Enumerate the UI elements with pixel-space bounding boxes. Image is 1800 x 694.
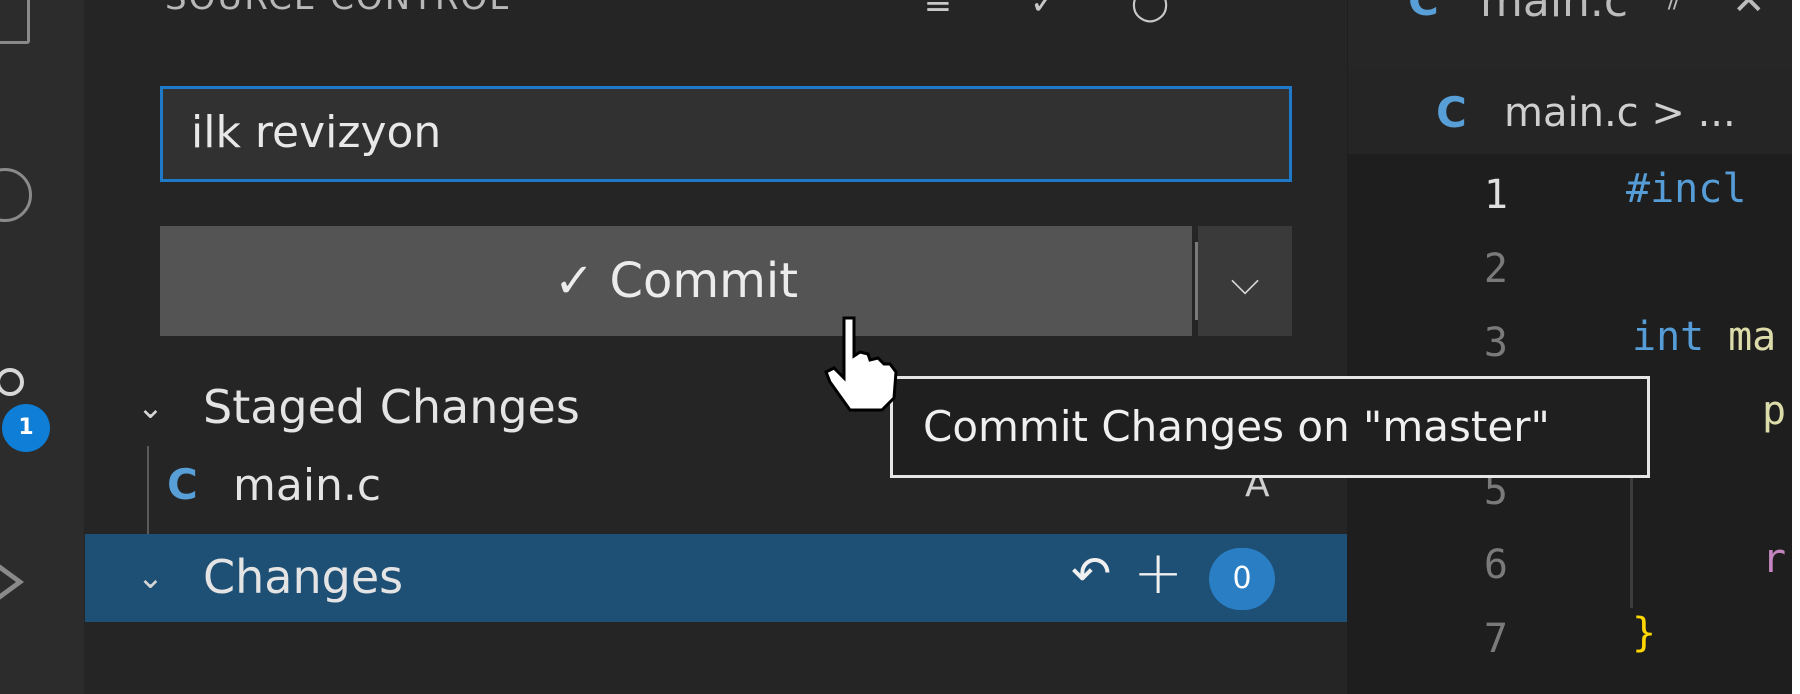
c-file-icon: C xyxy=(167,460,198,509)
hand-cursor-icon xyxy=(824,316,898,412)
editor-area: C main.c ⫽ ✕ C main.c > ... 1 2 3 4 5 6 … xyxy=(1348,0,1792,694)
stage-all-icon[interactable]: + xyxy=(1133,538,1183,608)
explorer-icon[interactable] xyxy=(0,0,30,44)
discard-changes-icon[interactable]: ↶ xyxy=(1071,546,1111,602)
commit-button[interactable]: ✓ Commit xyxy=(160,226,1192,336)
changes-count-badge: 0 xyxy=(1209,548,1275,610)
commit-message-input[interactable]: ilk revizyon xyxy=(160,86,1292,182)
changes-label: Changes xyxy=(203,550,404,604)
close-icon[interactable]: ✕ xyxy=(1732,0,1766,24)
line-number: 1 xyxy=(1483,172,1508,218)
panel-actions: ≡ ✓ ◯ xyxy=(915,0,1173,26)
source-control-icon[interactable] xyxy=(0,368,24,396)
activity-bar: 1 xyxy=(0,0,85,694)
line-number: 3 xyxy=(1483,320,1508,366)
code-closing-brace[interactable]: } xyxy=(1632,610,1656,656)
code-line-6[interactable]: r xyxy=(1762,536,1786,582)
tab-label: main.c xyxy=(1480,0,1629,27)
commit-dropdown-button[interactable]: ⌵ xyxy=(1198,226,1292,336)
vscode-window: 1 SOURCE CONTROL ≡ ✓ ◯ ilk revizyon ✓ Co… xyxy=(0,0,1800,694)
refresh-icon[interactable]: ◯ xyxy=(1127,0,1173,26)
search-icon[interactable] xyxy=(0,168,32,222)
line-number: 2 xyxy=(1483,246,1508,292)
breadcrumb: C main.c > ... xyxy=(1348,70,1792,154)
breadcrumb-path[interactable]: main.c > ... xyxy=(1504,90,1736,136)
commit-check-icon[interactable]: ✓ xyxy=(1021,0,1067,26)
staged-changes-label: Staged Changes xyxy=(203,380,580,434)
source-control-panel: SOURCE CONTROL ≡ ✓ ◯ ilk revizyon ✓ Comm… xyxy=(85,0,1347,694)
view-as-list-icon[interactable]: ≡ xyxy=(915,0,961,26)
panel-title: SOURCE CONTROL xyxy=(165,0,510,18)
line-number: 7 xyxy=(1483,616,1508,662)
tab-main-c[interactable]: C main.c ⫽ ✕ xyxy=(1348,0,1792,70)
c-file-icon: C xyxy=(1436,88,1467,137)
line-number: 6 xyxy=(1483,542,1508,588)
changes-header[interactable]: ⌄ Changes ↶ + 0 xyxy=(85,534,1347,622)
chevron-down-icon: ⌄ xyxy=(137,388,164,426)
commit-tooltip: Commit Changes on "master" xyxy=(890,376,1650,478)
split-editor-icon[interactable]: ⫽ xyxy=(1668,0,1683,18)
frame-border xyxy=(1792,0,1800,694)
source-control-badge: 1 xyxy=(2,404,50,452)
code-line-1[interactable]: #incl xyxy=(1626,166,1746,212)
run-debug-icon-inner xyxy=(0,566,16,598)
code-keyword[interactable]: int xyxy=(1632,314,1704,360)
c-file-icon: C xyxy=(1408,0,1439,25)
file-name: main.c xyxy=(233,460,382,511)
chevron-down-icon: ⌄ xyxy=(137,558,164,596)
code-function[interactable]: ma xyxy=(1704,314,1776,360)
code-line-4[interactable]: p xyxy=(1762,388,1786,434)
